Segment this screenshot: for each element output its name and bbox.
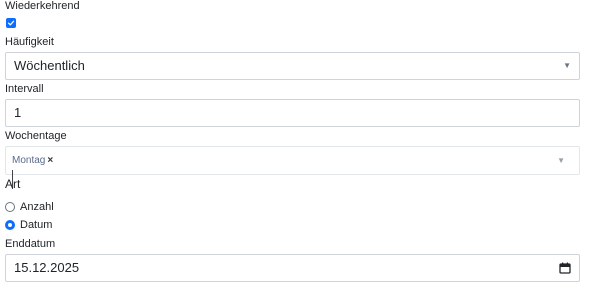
- frequency-value: Wöchentlich: [14, 58, 85, 73]
- interval-label: Intervall: [5, 83, 44, 95]
- frequency-select[interactable]: Wöchentlich ▼: [5, 52, 580, 80]
- type-label: Art: [5, 177, 21, 191]
- weekday-tag: Montag ×: [12, 155, 53, 167]
- end-date-input[interactable]: 15.12.2025: [5, 254, 580, 282]
- tag-remove-icon[interactable]: ×: [47, 155, 53, 166]
- frequency-label: Häufigkeit: [5, 36, 54, 48]
- radio-datum[interactable]: [5, 220, 15, 230]
- weekdays-label: Wochentage: [5, 130, 67, 142]
- end-date-label: Enddatum: [5, 238, 56, 250]
- recurring-label: Wiederkehrend: [5, 0, 80, 12]
- calendar-icon[interactable]: [559, 262, 571, 274]
- end-date-value: 15.12.2025: [14, 260, 80, 275]
- chevron-down-icon: ▼: [557, 156, 565, 165]
- radio-anzahl-label: Anzahl: [20, 201, 54, 213]
- radio-datum-label: Datum: [20, 219, 53, 231]
- weekdays-multiselect[interactable]: Montag × ▼: [5, 146, 580, 175]
- interval-value: 1: [14, 105, 22, 120]
- interval-input[interactable]: 1: [5, 99, 580, 127]
- recurring-checkbox[interactable]: [6, 18, 16, 28]
- weekday-tag-label: Montag: [12, 155, 46, 166]
- chevron-down-icon: ▼: [563, 61, 571, 70]
- check-icon: [7, 20, 15, 26]
- radio-anzahl[interactable]: [5, 202, 15, 212]
